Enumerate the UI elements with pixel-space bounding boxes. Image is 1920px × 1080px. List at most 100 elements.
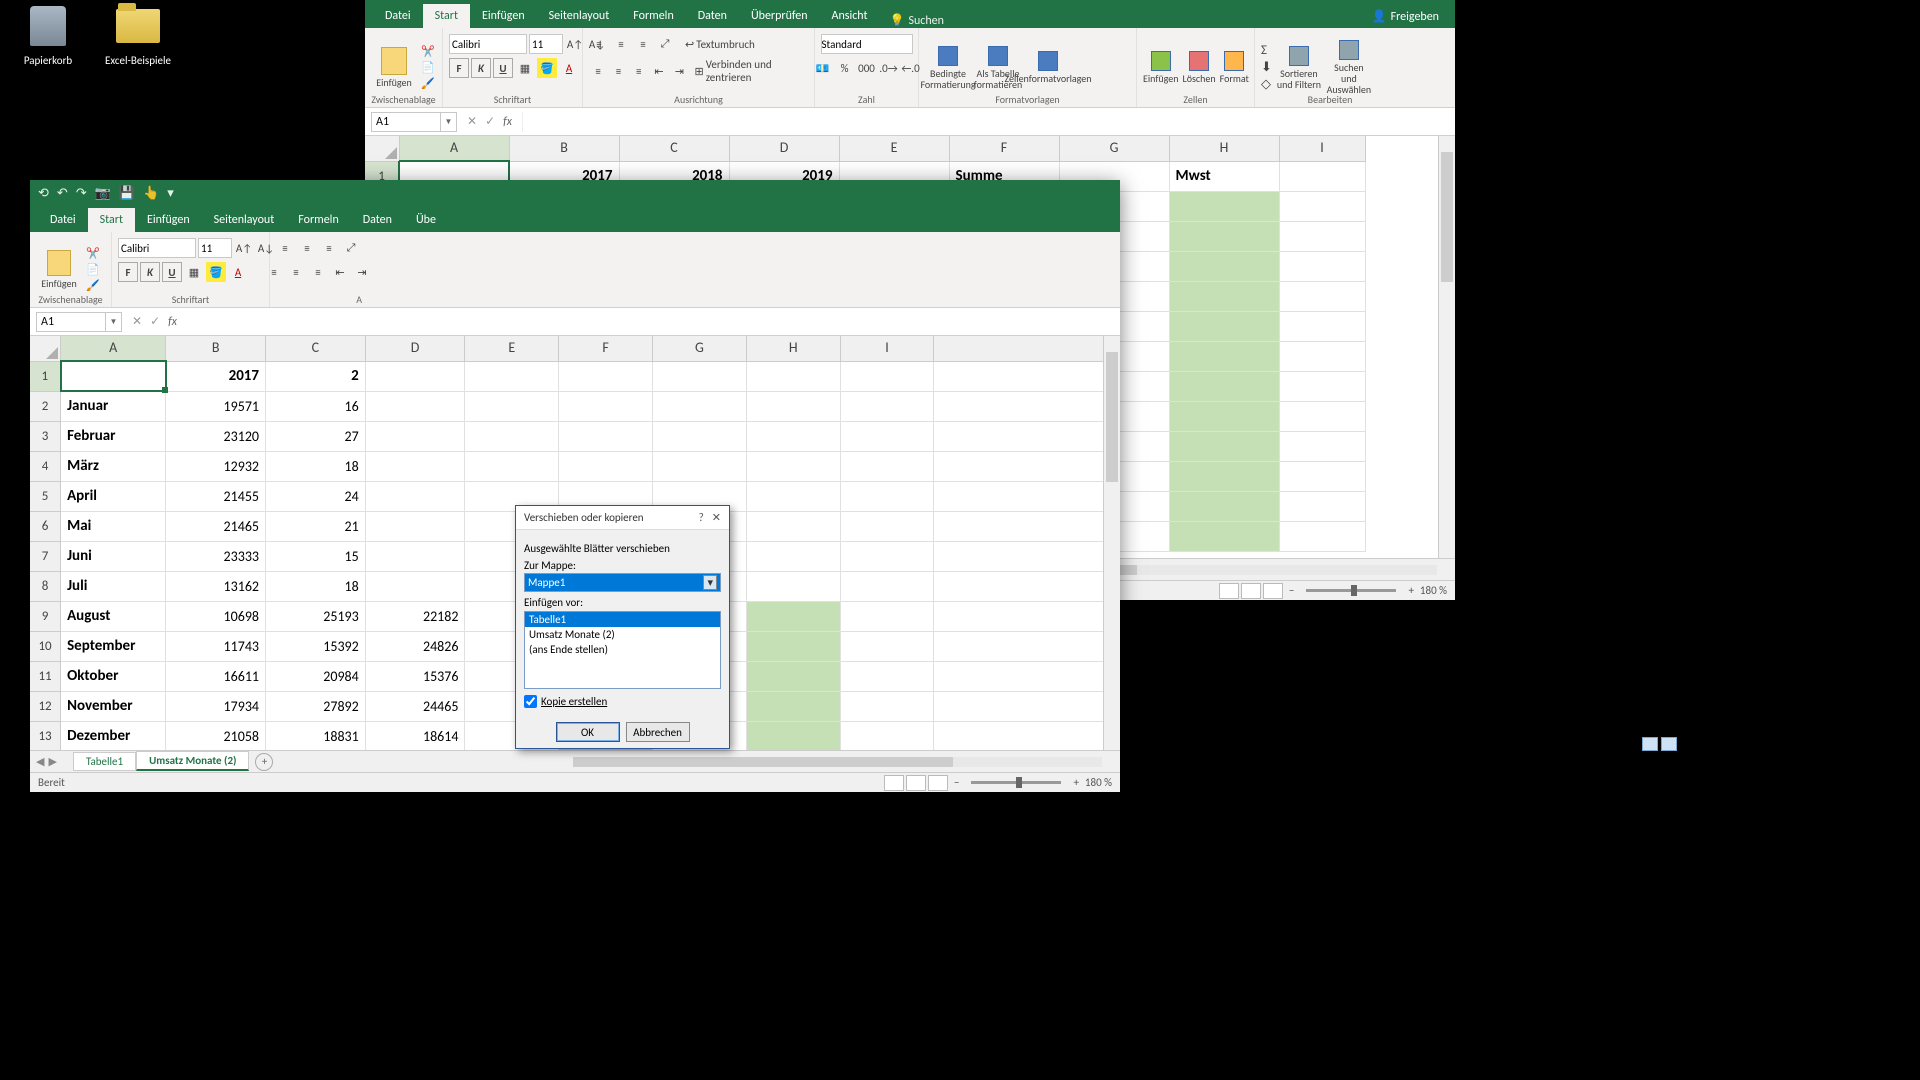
cancel-formula-icon[interactable]: ✕ <box>132 314 142 329</box>
align-top-icon[interactable]: ≡ <box>589 34 609 54</box>
accept-formula-icon[interactable]: ✓ <box>150 314 160 329</box>
sheet-tab-tabelle1[interactable]: Tabelle1 <box>73 752 136 771</box>
col-header-C-2[interactable]: C <box>266 336 366 361</box>
cell-I1[interactable] <box>1279 161 1365 191</box>
cell-A10-2[interactable]: September <box>61 632 166 662</box>
cells-delete-button[interactable]: Löschen <box>1183 51 1216 84</box>
cell-I13[interactable] <box>1279 522 1365 552</box>
cell-A11-2[interactable]: Oktober <box>61 662 166 692</box>
border-icon[interactable]: ▦ <box>184 262 204 282</box>
tab-home-2[interactable]: Start <box>88 208 135 232</box>
col-header-G[interactable]: G <box>1059 136 1169 161</box>
underline-button[interactable]: U <box>493 58 513 78</box>
cell-D13-2[interactable]: 18614 <box>365 722 465 751</box>
copy-icon[interactable]: 📄 <box>86 263 100 276</box>
cell-I4[interactable] <box>1279 252 1365 282</box>
col-header-B[interactable]: B <box>509 136 619 161</box>
cells-insert-button[interactable]: Einfügen <box>1143 51 1179 84</box>
cell-I5[interactable] <box>1279 282 1365 312</box>
align-top-icon[interactable]: ≡ <box>275 238 295 258</box>
align-middle-icon[interactable]: ≡ <box>297 238 317 258</box>
cell-B8-2[interactable]: 13162 <box>166 572 266 602</box>
find-select-button[interactable]: Suchen und Auswählen <box>1326 40 1372 95</box>
font-color-icon[interactable]: A <box>559 58 579 78</box>
cell-H9[interactable] <box>1169 402 1279 432</box>
cell-H1[interactable]: Mwst <box>1169 161 1279 191</box>
zoom-level[interactable]: 180 % <box>1420 584 1447 597</box>
name-box-dropdown[interactable]: ▼ <box>441 112 457 132</box>
clear-icon[interactable]: ◇ <box>1261 77 1272 92</box>
align-bottom-icon[interactable]: ≡ <box>633 34 653 54</box>
row-header-5-2[interactable]: 5 <box>30 482 61 512</box>
orientation-icon[interactable]: ⤢ <box>341 238 361 258</box>
number-format-select[interactable] <box>821 34 913 54</box>
cell-D5-2[interactable] <box>365 482 465 512</box>
col-header-D-2[interactable]: D <box>365 336 465 361</box>
col-header-E-2[interactable]: E <box>465 336 559 361</box>
row-header-8-2[interactable]: 8 <box>30 572 61 602</box>
col-header-D[interactable]: D <box>729 136 839 161</box>
fill-color-icon[interactable]: 🪣 <box>206 262 226 282</box>
font-size-select[interactable] <box>529 34 563 54</box>
dec-decimal-icon[interactable]: ←.0 <box>901 58 921 78</box>
cell-H12[interactable] <box>1169 492 1279 522</box>
cell-I8[interactable] <box>1279 372 1365 402</box>
row-header-1-2[interactable]: 1 <box>30 361 61 391</box>
cell-C2-2[interactable]: 16 <box>266 391 366 422</box>
select-all-button[interactable] <box>365 136 399 161</box>
col-header-E[interactable]: E <box>839 136 949 161</box>
sheet-nav-next-icon[interactable]: ▶ <box>48 755 56 768</box>
insert-before-listbox[interactable]: Tabelle1 Umsatz Monate (2) (ans Ende ste… <box>524 611 721 689</box>
autosave-icon[interactable]: ⟲ <box>38 186 49 201</box>
create-copy-input[interactable] <box>524 695 537 708</box>
vertical-scrollbar[interactable] <box>1438 136 1455 558</box>
cell-A5-2[interactable]: April <box>61 482 166 512</box>
cell-B7-2[interactable]: 23333 <box>166 542 266 572</box>
cell-H11[interactable] <box>1169 462 1279 492</box>
cell-I11[interactable] <box>1279 462 1365 492</box>
cell-B3-2[interactable]: 23120 <box>166 422 266 452</box>
cell-C13-2[interactable]: 18831 <box>266 722 366 751</box>
save-icon[interactable]: 💾 <box>119 186 135 201</box>
tab-insert[interactable]: Einfügen <box>470 4 537 28</box>
zoom-in-icon[interactable]: + <box>1408 584 1413 597</box>
ok-button[interactable]: OK <box>556 722 620 742</box>
cell-C1-2[interactable]: 2 <box>266 361 366 391</box>
zoom-slider[interactable] <box>1306 589 1396 592</box>
accept-formula-icon[interactable]: ✓ <box>485 114 495 129</box>
fx-icon[interactable]: fx <box>503 115 512 129</box>
italic-button[interactable]: K <box>471 58 491 78</box>
tab-data[interactable]: Daten <box>686 4 739 28</box>
select-all-button-2[interactable] <box>30 336 61 361</box>
workbook-dropdown[interactable]: Mappe1 ▾ <box>524 573 721 592</box>
cell-H13[interactable] <box>1169 522 1279 552</box>
indent-inc-icon[interactable]: ⇥ <box>670 61 688 81</box>
row-header-2-2[interactable]: 2 <box>30 391 61 422</box>
row-header-11-2[interactable]: 11 <box>30 662 61 692</box>
underline-button-2[interactable]: U <box>162 262 182 282</box>
merge-center-button[interactable]: ⊞Verbinden und zentrieren <box>694 58 808 84</box>
increase-font-icon[interactable]: A↑ <box>565 34 585 54</box>
cell-H10[interactable] <box>1169 432 1279 462</box>
listbox-item-end[interactable]: (ans Ende stellen) <box>525 642 720 657</box>
row-header-13-2[interactable]: 13 <box>30 722 61 751</box>
cell-D12-2[interactable]: 24465 <box>365 692 465 722</box>
cell-D10-2[interactable]: 24826 <box>365 632 465 662</box>
listbox-item-umsatz[interactable]: Umsatz Monate (2) <box>525 627 720 642</box>
cut-icon[interactable]: ✂️ <box>86 247 100 260</box>
tab-formulas-2[interactable]: Formeln <box>286 208 350 232</box>
col-header-A[interactable]: A <box>399 136 509 161</box>
tab-data-2[interactable]: Daten <box>351 208 404 232</box>
align-left-icon[interactable]: ≡ <box>589 61 607 81</box>
cell-A3-2[interactable]: Februar <box>61 422 166 452</box>
view-page-layout-icon[interactable] <box>906 775 926 791</box>
cell-A2-2[interactable]: Januar <box>61 391 166 422</box>
cell-C7-2[interactable]: 15 <box>266 542 366 572</box>
border-icon[interactable]: ▦ <box>515 58 535 78</box>
dialog-help-icon[interactable]: ? <box>699 511 704 524</box>
cut-icon[interactable]: ✂️ <box>421 45 435 58</box>
view-normal-icon[interactable] <box>884 775 904 791</box>
thumb-icon[interactable] <box>1661 737 1677 751</box>
font-name-select-2[interactable] <box>118 238 196 258</box>
tab-view[interactable]: Ansicht <box>820 4 880 28</box>
